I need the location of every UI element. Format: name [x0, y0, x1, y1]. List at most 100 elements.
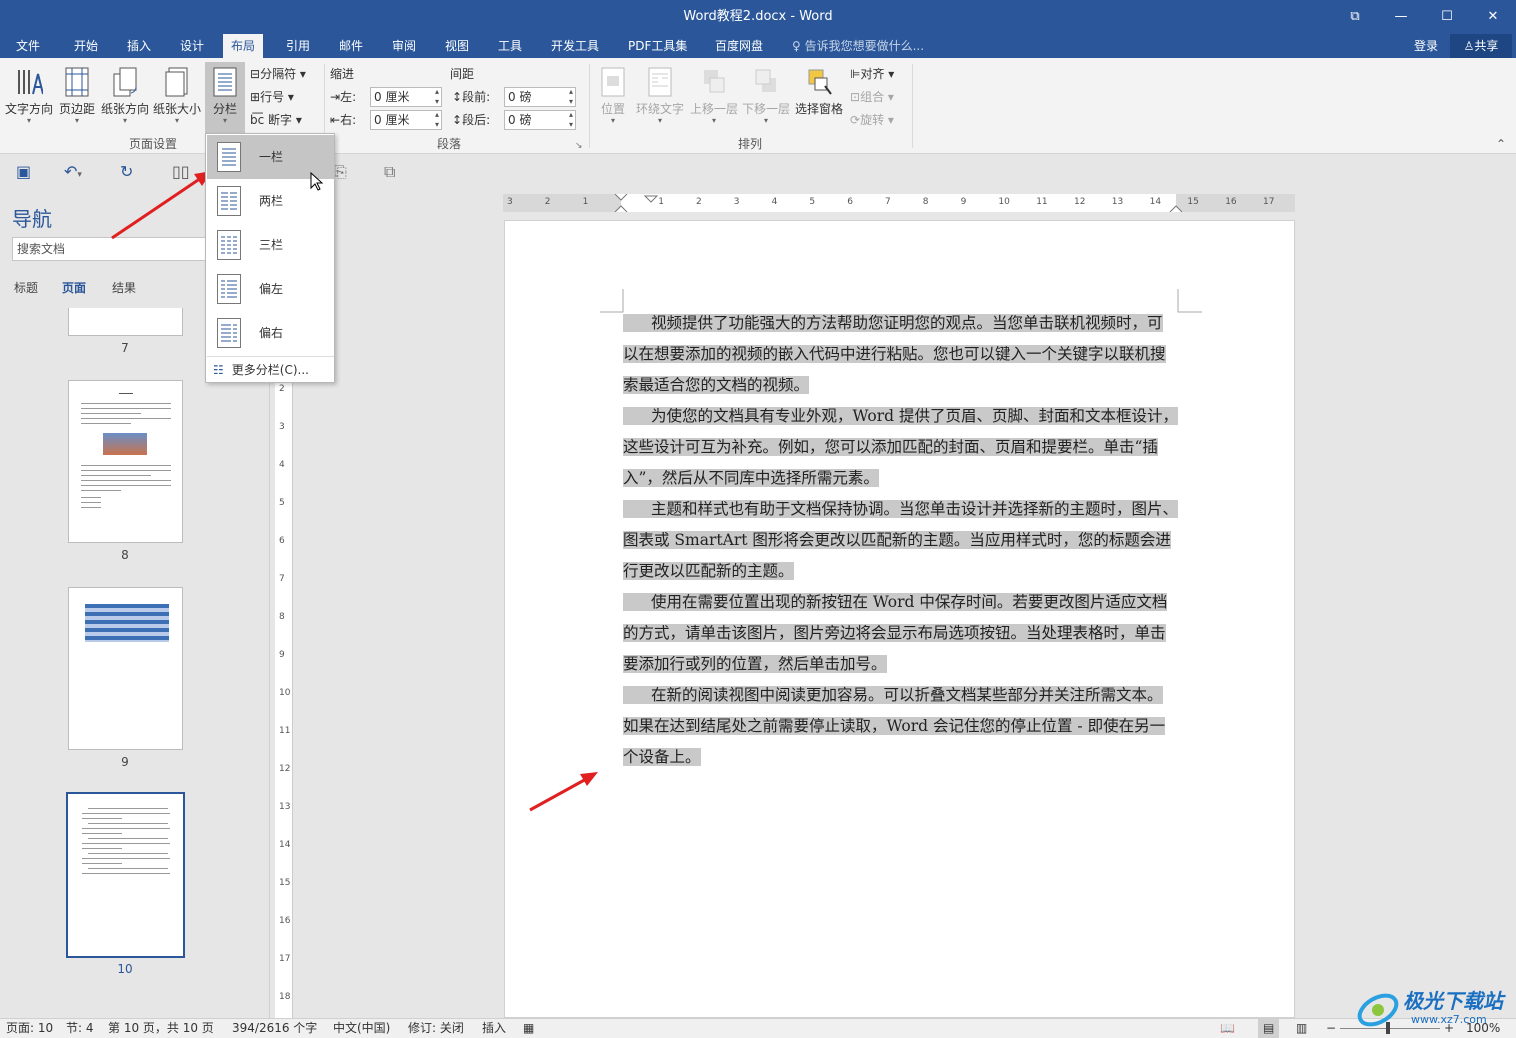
- status-track-changes[interactable]: 修订: 关闭: [408, 1019, 464, 1038]
- attach-icon[interactable]: ⎘: [334, 162, 347, 182]
- horizontal-ruler[interactable]: 3 2 1 1 2 3 4 5 6 7 8 9 10 11 12 13 14 15 16 17: [503, 194, 1295, 212]
- bring-forward-button[interactable]: 上移一层 ▾: [688, 62, 740, 134]
- margins-label: 页边距: [58, 102, 95, 116]
- text-direction-button[interactable]: 文字方向 ▾: [4, 62, 54, 134]
- columns-three[interactable]: 三栏: [207, 223, 334, 267]
- status-page[interactable]: 页面: 10: [6, 1019, 53, 1038]
- login-link[interactable]: 登录: [1414, 34, 1438, 58]
- tab-insert[interactable]: 插入: [119, 34, 159, 58]
- tab-design[interactable]: 设计: [172, 34, 212, 58]
- nav-tab-pages[interactable]: 页面: [62, 279, 86, 296]
- document-line[interactable]: 这些设计可互为补充。例如，您可以添加匹配的封面、页眉和提要栏。单击“插: [623, 432, 1178, 463]
- tab-layout[interactable]: 布局: [223, 34, 264, 58]
- document-line[interactable]: 如果在达到结尾处之前需要停止读取，Word 会记住您的停止位置 - 即使在另一: [623, 711, 1178, 742]
- wrap-text-button[interactable]: 环绕文字 ▾: [634, 62, 686, 134]
- undo-icon[interactable]: ↶▾: [64, 162, 82, 181]
- indent-left-input[interactable]: 0 厘米: [370, 87, 442, 107]
- document-line[interactable]: 个设备上。: [623, 742, 1178, 773]
- document-line[interactable]: 要添加行或列的位置，然后单击加号。: [623, 649, 1178, 680]
- tab-file[interactable]: 文件: [8, 34, 48, 58]
- document-line[interactable]: 的方式，请单击该图片，图片旁边将会显示布局选项按钮。当处理表格时，单击: [623, 618, 1178, 649]
- ruler-tick-label: 17: [1263, 197, 1275, 207]
- document-line[interactable]: 为使您的文档具有专业外观，Word 提供了页眉、页脚、封面和文本框设计，: [623, 401, 1178, 432]
- status-insert-mode[interactable]: 插入: [482, 1019, 506, 1038]
- status-section[interactable]: 节: 4: [66, 1019, 94, 1038]
- document-line[interactable]: 行更改以匹配新的主题。: [623, 556, 1178, 587]
- tab-tools[interactable]: 工具: [490, 34, 530, 58]
- tab-baidu[interactable]: 百度网盘: [707, 34, 771, 58]
- indent-right-input[interactable]: 0 厘米: [370, 110, 442, 130]
- hyphenation-button[interactable]: b͞c 断字 ▾: [250, 110, 302, 130]
- print-layout-icon[interactable]: ▤: [1258, 1019, 1280, 1038]
- tab-home[interactable]: 开始: [66, 34, 106, 58]
- group-label: 组合: [860, 90, 885, 104]
- group-button[interactable]: ⊡组合 ▾: [850, 87, 894, 107]
- tab-pdf-tools[interactable]: PDF工具集: [620, 34, 695, 58]
- page-thumbnail-10[interactable]: [66, 792, 185, 958]
- document-line[interactable]: 索最适合您的文档的视频。: [623, 370, 1178, 401]
- ruler-tick-label: 3: [507, 197, 513, 207]
- maximize-button[interactable]: ☐: [1424, 0, 1470, 34]
- ruler-tick-label: 1: [658, 197, 664, 207]
- ruler-tick-label: 6: [279, 536, 285, 546]
- columns-button[interactable]: 分栏 ▾: [205, 62, 245, 134]
- document-line[interactable]: 以在想要添加的视频的嵌入代码中进行粘贴。您也可以键入一个关键字以联机搜: [623, 339, 1178, 370]
- document-line[interactable]: 主题和样式也有助于文档保持协调。当您单击设计并选择新的主题时，图片、: [623, 494, 1179, 525]
- margins-button[interactable]: 页边距 ▾: [56, 62, 98, 134]
- send-backward-button[interactable]: 下移一层 ▾: [740, 62, 792, 134]
- close-button[interactable]: ✕: [1470, 0, 1516, 34]
- vertical-ruler[interactable]: 2 3 4 5 6 7 8 9 10 11 12 13 14 15 16 17 18: [275, 372, 293, 1018]
- read-mode-icon[interactable]: 📖: [1220, 1019, 1235, 1038]
- columns-right[interactable]: 偏右: [207, 311, 334, 355]
- status-language[interactable]: 中文(中国): [333, 1019, 390, 1038]
- ruler-tick-label: 7: [885, 197, 891, 207]
- page-thumbnail-7[interactable]: [68, 308, 183, 336]
- tab-developer[interactable]: 开发工具: [543, 34, 607, 58]
- breaks-button[interactable]: ⊟分隔符 ▾: [250, 64, 306, 84]
- paragraph-launcher-icon[interactable]: ↘: [575, 136, 583, 156]
- spacing-after-input[interactable]: 0 磅: [504, 110, 576, 130]
- status-page-of[interactable]: 第 10 页，共 10 页: [108, 1019, 214, 1038]
- document-line[interactable]: 视频提供了功能强大的方法帮助您证明您的观点。当您单击联机视频时，可: [623, 308, 1178, 339]
- more-columns-item[interactable]: ☷ 更多分栏(C)...: [207, 356, 334, 382]
- minimize-button[interactable]: —: [1378, 0, 1424, 34]
- nav-tab-headings[interactable]: 标题: [14, 279, 38, 296]
- collapse-ribbon-icon[interactable]: ⌃: [1496, 134, 1506, 154]
- page-thumbnail-8[interactable]: [68, 380, 183, 543]
- orientation-button[interactable]: 纸张方向 ▾: [100, 62, 150, 134]
- document-line[interactable]: 使用在需要位置出现的新按钮在 Word 中保存时间。若要更改图片适应文档: [623, 587, 1178, 618]
- columns-icon: [213, 67, 237, 97]
- zoom-out-button[interactable]: −: [1326, 1019, 1336, 1038]
- columns-left[interactable]: 偏左: [207, 267, 334, 311]
- status-words[interactable]: 394/2616 个字: [232, 1019, 317, 1038]
- screen-icon[interactable]: ⧉: [384, 162, 395, 182]
- ruler-tick-label: 9: [279, 650, 285, 660]
- line-numbers-button[interactable]: ⊞行号 ▾: [250, 87, 294, 107]
- tell-me-box[interactable]: ♀ 告诉我您想要做什么...: [792, 34, 924, 58]
- page-thumbnail-9[interactable]: [68, 587, 183, 750]
- size-button[interactable]: 纸张大小 ▾: [152, 62, 202, 134]
- tab-references[interactable]: 引用: [278, 34, 318, 58]
- ribbon-display-icon[interactable]: ⧉: [1332, 0, 1378, 34]
- position-label: 位置: [600, 102, 625, 116]
- document-page[interactable]: 视频提供了功能强大的方法帮助您证明您的观点。当您单击联机视频时，可 以在想要添加的…: [504, 220, 1295, 1018]
- share-button[interactable]: ♙共享: [1450, 34, 1512, 58]
- rotate-button[interactable]: ⟳旋转 ▾: [850, 110, 894, 130]
- spacing-before-input[interactable]: 0 磅: [504, 87, 576, 107]
- tab-mailings[interactable]: 邮件: [331, 34, 371, 58]
- document-line[interactable]: 入”，然后从不同库中选择所需元素。: [623, 463, 1178, 494]
- save-icon[interactable]: ▣: [16, 162, 31, 181]
- web-layout-icon[interactable]: ▥: [1296, 1019, 1307, 1038]
- align-button[interactable]: ⊫对齐 ▾: [850, 64, 894, 84]
- selection-pane-button[interactable]: 选择窗格: [794, 62, 844, 134]
- nav-tab-results[interactable]: 结果: [112, 279, 136, 296]
- document-line[interactable]: 图表或 SmartArt 图形将会更改以匹配新的主题。当应用样式时，您的标题会进: [623, 525, 1178, 556]
- page-number-9: 9: [121, 755, 129, 769]
- line-numbers-icon: ⊞: [250, 90, 261, 104]
- tab-review[interactable]: 审阅: [384, 34, 424, 58]
- document-line[interactable]: 在新的阅读视图中阅读更加容易。可以折叠文档某些部分并关注所需文本。: [623, 680, 1178, 711]
- send-backward-label: 下移一层: [741, 102, 790, 116]
- position-button[interactable]: 位置 ▾: [596, 62, 630, 134]
- tab-view[interactable]: 视图: [437, 34, 477, 58]
- macro-icon[interactable]: ▦: [523, 1019, 534, 1038]
